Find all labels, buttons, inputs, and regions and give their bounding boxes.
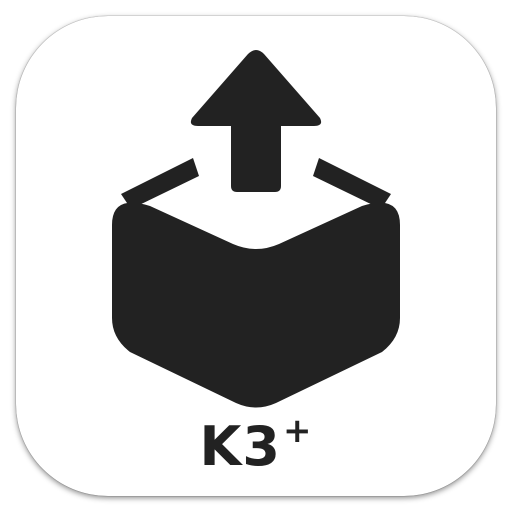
box-body	[112, 202, 400, 408]
app-label: K3+	[0, 412, 512, 482]
app-label-superscript: +	[282, 411, 313, 451]
app-label-text: K3	[199, 415, 281, 478]
icon-stage: K3+	[0, 0, 512, 512]
box-rim-left	[121, 158, 199, 209]
box-rim-right	[313, 158, 391, 209]
arrow-up-icon	[190, 50, 322, 192]
